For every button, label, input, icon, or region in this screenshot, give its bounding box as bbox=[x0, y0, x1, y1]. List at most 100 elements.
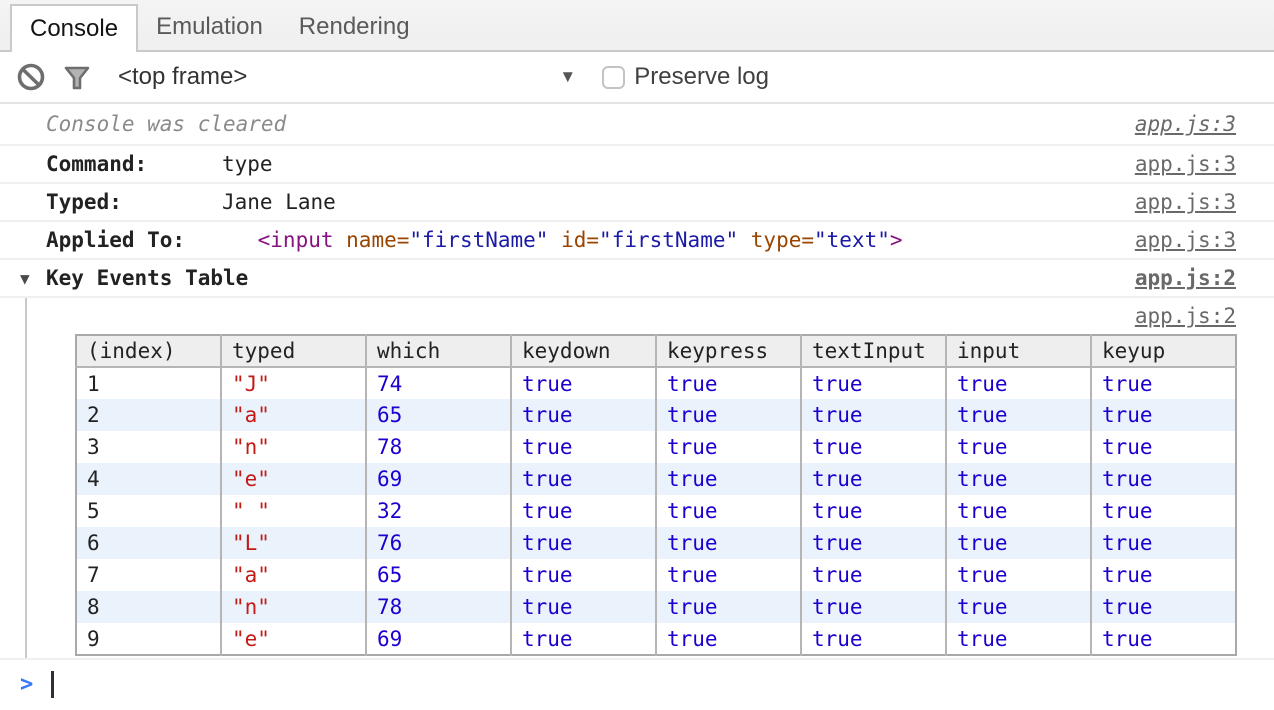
tab-emulation[interactable]: Emulation bbox=[138, 4, 281, 50]
source-link[interactable]: app.js:2 bbox=[1135, 266, 1236, 290]
table-cell: true bbox=[946, 495, 1091, 527]
table-column-header: typed bbox=[221, 335, 366, 367]
element-part-attr: type= bbox=[751, 228, 814, 252]
table-cell: true bbox=[1091, 367, 1236, 399]
table-column-header: input bbox=[946, 335, 1091, 367]
table-cell: true bbox=[801, 431, 946, 463]
table-cell: true bbox=[1091, 591, 1236, 623]
table-cell: true bbox=[1091, 623, 1236, 655]
table-column-header: (index) bbox=[76, 335, 221, 367]
table-cell: true bbox=[1091, 559, 1236, 591]
table-cell: true bbox=[656, 591, 801, 623]
prompt-chevron-icon: > bbox=[20, 672, 33, 697]
console-group-key-events[interactable]: ▼ Key Events Table app.js:2 bbox=[0, 260, 1274, 298]
text-cursor bbox=[51, 671, 54, 698]
table-cell: true bbox=[801, 495, 946, 527]
table-cell: true bbox=[801, 463, 946, 495]
key-events-table: (index)typedwhichkeydownkeypresstextInpu… bbox=[75, 334, 1237, 656]
source-link[interactable]: app.js:3 bbox=[1135, 112, 1236, 136]
table-cell: true bbox=[946, 591, 1091, 623]
table-cell: "n" bbox=[221, 431, 366, 463]
table-cell: true bbox=[1091, 463, 1236, 495]
table-cell: 2 bbox=[76, 399, 221, 431]
table-column-header: keyup bbox=[1091, 335, 1236, 367]
element-part-val: "firstName" bbox=[599, 228, 738, 252]
table-row: 3"n"78truetruetruetruetrue bbox=[76, 431, 1236, 463]
table-cell: "J" bbox=[221, 367, 366, 399]
table-cell: true bbox=[656, 431, 801, 463]
table-cell: true bbox=[946, 623, 1091, 655]
table-cell: 8 bbox=[76, 591, 221, 623]
table-cell: true bbox=[656, 495, 801, 527]
log-label: Command: bbox=[46, 152, 222, 176]
tab-console[interactable]: Console bbox=[10, 4, 138, 52]
table-cell: "a" bbox=[221, 559, 366, 591]
source-link[interactable]: app.js:3 bbox=[1135, 152, 1236, 176]
execution-context-selector[interactable]: <top frame> ▼ bbox=[118, 63, 576, 91]
element-part-attr: name= bbox=[346, 228, 409, 252]
element-part-tag: > bbox=[890, 228, 903, 252]
disclosure-triangle-icon[interactable]: ▼ bbox=[20, 269, 46, 288]
preserve-log-checkbox[interactable] bbox=[602, 66, 625, 89]
table-cell: true bbox=[656, 559, 801, 591]
chevron-down-icon: ▼ bbox=[559, 67, 576, 87]
console-prompt[interactable]: > bbox=[0, 660, 1274, 708]
table-cell: true bbox=[511, 399, 656, 431]
table-cell: true bbox=[1091, 527, 1236, 559]
source-link[interactable]: app.js:2 bbox=[1135, 304, 1236, 328]
table-cell: true bbox=[801, 367, 946, 399]
table-cell: 65 bbox=[366, 399, 511, 431]
console-toolbar: <top frame> ▼ Preserve log bbox=[0, 52, 1274, 104]
console-cleared-text: Console was cleared bbox=[46, 112, 286, 136]
table-cell: true bbox=[946, 559, 1091, 591]
element-part-tag bbox=[548, 228, 561, 252]
table-cell: true bbox=[511, 559, 656, 591]
table-cell: 65 bbox=[366, 559, 511, 591]
log-label: Typed: bbox=[46, 190, 222, 214]
table-cell: "e" bbox=[221, 463, 366, 495]
table-cell: true bbox=[656, 463, 801, 495]
element-part-attr: id= bbox=[561, 228, 599, 252]
source-link[interactable]: app.js:3 bbox=[1135, 228, 1236, 252]
table-cell: true bbox=[946, 527, 1091, 559]
table-cell: "a" bbox=[221, 399, 366, 431]
console-message-command: Command: type app.js:3 bbox=[0, 146, 1274, 184]
group-indent-guide bbox=[25, 298, 27, 658]
table-cell: true bbox=[656, 623, 801, 655]
table-cell: 76 bbox=[366, 527, 511, 559]
table-cell: true bbox=[946, 431, 1091, 463]
element-part-val: "text" bbox=[814, 228, 890, 252]
element-part-tag: <input bbox=[245, 228, 346, 252]
element-part-tag bbox=[738, 228, 751, 252]
table-cell: true bbox=[1091, 495, 1236, 527]
table-cell: "n" bbox=[221, 591, 366, 623]
execution-context-value: <top frame> bbox=[118, 63, 247, 91]
filter-icon[interactable] bbox=[62, 62, 92, 92]
table-row: 5" "32truetruetruetruetrue bbox=[76, 495, 1236, 527]
html-element-preview[interactable]: <input name="firstName" id="firstName" t… bbox=[245, 228, 903, 252]
table-cell: true bbox=[1091, 399, 1236, 431]
table-cell: 69 bbox=[366, 623, 511, 655]
table-cell: 1 bbox=[76, 367, 221, 399]
table-cell: 3 bbox=[76, 431, 221, 463]
tab-rendering[interactable]: Rendering bbox=[281, 4, 428, 50]
devtools-tabbar: Console Emulation Rendering bbox=[0, 0, 1274, 52]
log-label: Applied To: bbox=[46, 228, 245, 252]
table-row: 7"a"65truetruetruetruetrue bbox=[76, 559, 1236, 591]
table-cell: " " bbox=[221, 495, 366, 527]
preserve-log-label[interactable]: Preserve log bbox=[634, 63, 769, 91]
log-value: Jane Lane bbox=[222, 190, 336, 214]
table-cell: true bbox=[511, 623, 656, 655]
table-header-row: (index)typedwhichkeydownkeypresstextInpu… bbox=[76, 335, 1236, 367]
table-cell: 32 bbox=[366, 495, 511, 527]
source-link[interactable]: app.js:3 bbox=[1135, 190, 1236, 214]
table-cell: true bbox=[656, 527, 801, 559]
table-row: 4"e"69truetruetruetruetrue bbox=[76, 463, 1236, 495]
clear-console-icon[interactable] bbox=[16, 62, 46, 92]
table-cell: true bbox=[801, 623, 946, 655]
table-cell: 9 bbox=[76, 623, 221, 655]
table-cell: 78 bbox=[366, 431, 511, 463]
table-cell: true bbox=[946, 399, 1091, 431]
table-column-header: keypress bbox=[656, 335, 801, 367]
table-cell: 74 bbox=[366, 367, 511, 399]
